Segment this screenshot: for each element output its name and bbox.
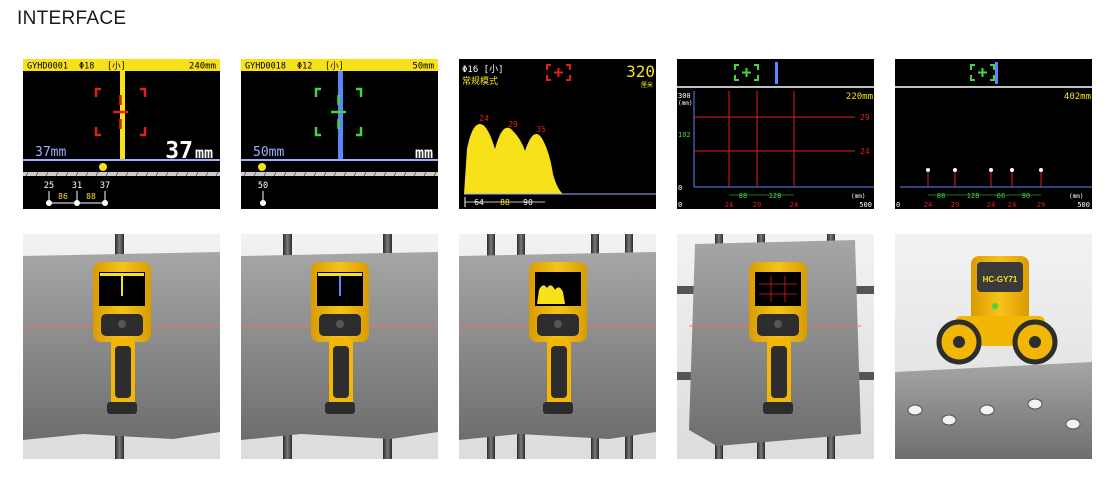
bar-indicator <box>338 71 343 159</box>
spacing-label: 88 <box>937 192 945 200</box>
probe-position-icon <box>99 163 107 171</box>
spacing-label: 88 <box>86 192 96 201</box>
screen-small-probe-mode: GYHD0018 Φ12 [小] 50mm 50mm mm 50 <box>241 59 438 209</box>
column-depth-label: 29 <box>951 201 959 209</box>
bar-diameter: Φ16 [小] <box>462 64 504 75</box>
screen-3-display: Φ16 [小] 常规模式 320 厘米 24 29 35 64 88 90 <box>462 62 656 207</box>
spacing-label: 90 <box>1022 192 1030 200</box>
column-depth-label: 24 <box>924 201 932 209</box>
spacing-label: 64 <box>474 198 484 207</box>
screen-4-display: 300 (mm) 220mm 102 29 24 0 88 128 (mm) 0… <box>677 62 874 209</box>
spacing-label: 88 <box>739 192 747 200</box>
screen-5-display: 402mm 88 128 66 90 (mm) 0 24 29 24 24 29… <box>895 62 1092 209</box>
depth-readout: 220mm <box>846 92 873 102</box>
scale-track <box>241 172 438 176</box>
signal-unit: 厘米 <box>641 81 653 89</box>
device-photo-1 <box>23 234 220 459</box>
x-zero-label: 0 <box>896 201 900 209</box>
scanner-brand: HC-GY71 <box>983 275 1018 284</box>
peak-label: 29 <box>508 120 518 129</box>
screen-profile-mode: 402mm 88 128 66 90 (mm) 0 24 29 24 24 29… <box>895 59 1092 209</box>
x-unit-label: (mm) <box>851 193 865 200</box>
target-reticle <box>94 87 147 137</box>
x-max-label: 500 <box>859 201 872 209</box>
tick-label: 25 <box>44 181 54 191</box>
screen-single-bar-mode: GYHD0001 Φ18 [小] 240mm 37mm 37 mm 25 31 … <box>23 59 220 209</box>
bar-indicator <box>995 62 998 84</box>
device-photo-2 <box>241 234 438 459</box>
probe-mode: [小] <box>107 61 126 72</box>
target-reticle <box>970 64 995 81</box>
column-depth-label: 24 <box>1008 201 1016 209</box>
target-reticle <box>734 64 759 81</box>
mode-label: 常规模式 <box>462 75 498 87</box>
rebar-points <box>927 171 1042 187</box>
device-photo-5-art: HC-GY71 <box>895 234 1092 459</box>
signal-value: 320 <box>626 62 655 81</box>
depth-readout: 402mm <box>1064 92 1091 102</box>
bar-indicator <box>120 71 125 159</box>
target-reticle <box>314 87 363 137</box>
screen-1-display: GYHD0001 Φ18 [小] 240mm 37mm 37 mm 25 31 … <box>23 59 220 206</box>
rebar-grid <box>694 91 855 187</box>
column-depth-label: 24 <box>790 201 798 209</box>
device-photo-3 <box>459 234 656 459</box>
probe-position-icon <box>258 163 266 171</box>
tick-label: 50 <box>258 181 268 191</box>
device-photo-4 <box>677 234 874 459</box>
spacing-label: 90 <box>523 198 533 207</box>
device-id: GYHD0001 <box>27 62 68 72</box>
device-photo-2-art <box>241 234 438 459</box>
device-id: GYHD0018 <box>245 62 286 72</box>
probe-mode: [小] <box>325 61 344 72</box>
spacing-label: 128 <box>769 192 782 200</box>
device-photo-1-art <box>23 234 220 459</box>
target-reticle <box>546 64 571 81</box>
header-depth: 50mm <box>412 62 434 72</box>
y-zero-label: 0 <box>678 184 682 192</box>
screen-waveform-mode: Φ16 [小] 常规模式 320 厘米 24 29 35 64 88 90 <box>459 59 656 209</box>
signal-waveform <box>464 124 563 194</box>
y-mid-label: 102 <box>678 131 691 139</box>
scale-track <box>23 172 220 176</box>
column-depth-label: 29 <box>753 201 761 209</box>
x-unit-label: (mm) <box>1069 193 1083 200</box>
x-max-label: 500 <box>1077 201 1090 209</box>
spacing-label: 88 <box>500 198 510 207</box>
spacing-label: 128 <box>967 192 980 200</box>
column-depth-label: 24 <box>987 201 995 209</box>
peak-label: 35 <box>536 125 546 134</box>
spacing-label: 86 <box>58 192 68 201</box>
column-depth-label: 29 <box>1037 201 1045 209</box>
tick-label: 37 <box>100 181 110 191</box>
bar-diameter: Φ18 <box>79 62 94 72</box>
spacing-label: 66 <box>997 192 1005 200</box>
device-photo-4-art <box>677 234 874 459</box>
bar-indicator <box>775 62 778 84</box>
small-depth: 37mm <box>35 145 66 160</box>
header-depth: 240mm <box>189 62 216 72</box>
screen-2-display: GYHD0018 Φ12 [小] 50mm 50mm mm 50 <box>241 59 438 206</box>
x-zero-label: 0 <box>678 201 682 209</box>
bar-diameter: Φ12 <box>297 62 312 72</box>
column-depth-label: 24 <box>725 201 733 209</box>
peak-label: 24 <box>479 114 489 123</box>
row-depth-label: 29 <box>860 113 870 122</box>
page-title: INTERFACE <box>17 8 127 29</box>
screen-grid-mode: 300 (mm) 220mm 102 29 24 0 88 128 (mm) 0… <box>677 59 874 209</box>
small-depth: 50mm <box>253 145 284 160</box>
tick-label: 31 <box>72 181 82 191</box>
device-photo-3-art <box>459 234 656 459</box>
row-depth-label: 24 <box>860 147 870 156</box>
device-photo-5: HC-GY71 <box>895 234 1092 459</box>
y-unit-label: (mm) <box>678 100 692 107</box>
y-max-label: 300 <box>678 92 691 100</box>
